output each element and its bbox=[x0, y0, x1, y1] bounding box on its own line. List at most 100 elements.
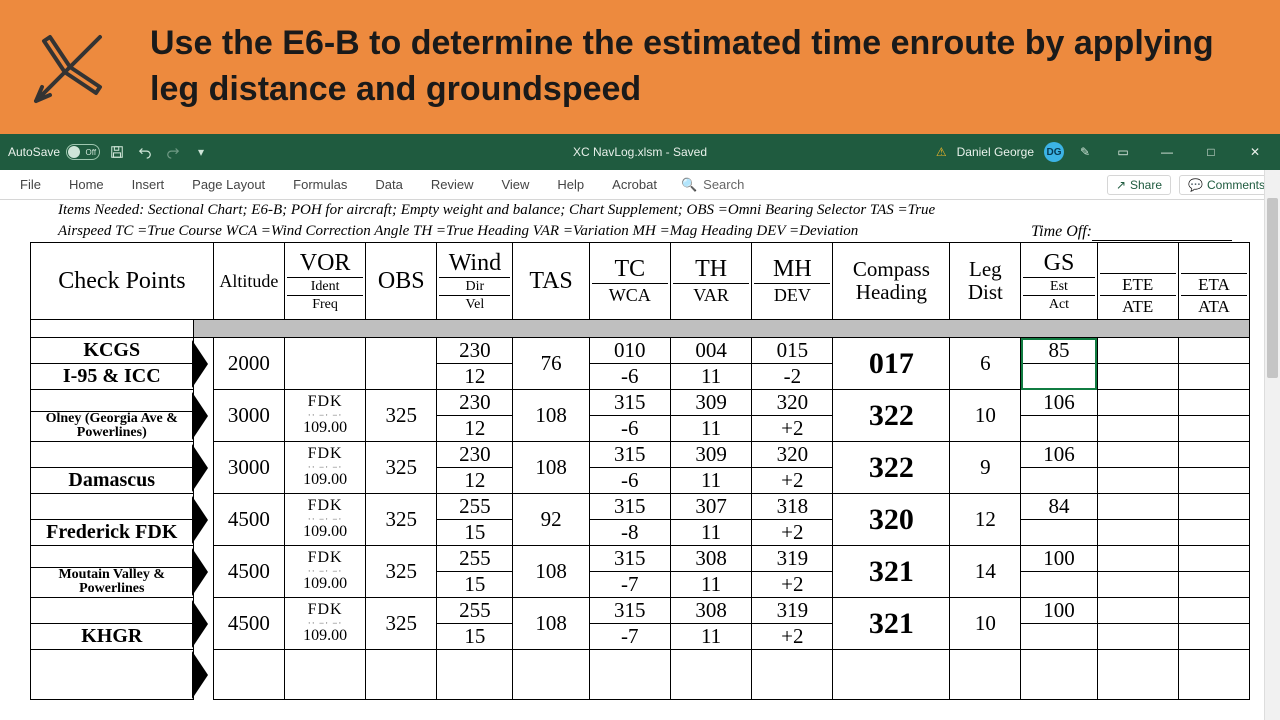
qat-customize-icon[interactable]: ▾ bbox=[190, 141, 212, 163]
cell-tc-wca[interactable]: 315-7 bbox=[589, 546, 670, 598]
cell-compass-heading[interactable]: 320 bbox=[833, 494, 950, 546]
cell-tas[interactable]: 76 bbox=[513, 338, 589, 390]
cell-th-var[interactable]: 00411 bbox=[670, 338, 751, 390]
cell-tas[interactable]: 108 bbox=[513, 546, 589, 598]
cell-tas[interactable]: 108 bbox=[513, 442, 589, 494]
cell-ete[interactable] bbox=[1097, 442, 1178, 494]
cell-ete[interactable] bbox=[1097, 338, 1178, 390]
tab-insert[interactable]: Insert bbox=[118, 170, 179, 199]
tab-help[interactable]: Help bbox=[543, 170, 598, 199]
checkpoint-pair[interactable]: KHGR bbox=[31, 598, 194, 650]
cell-tc-wca[interactable]: 315-7 bbox=[589, 598, 670, 650]
cell-tas[interactable]: 108 bbox=[513, 598, 589, 650]
cell-compass-heading[interactable]: 017 bbox=[833, 338, 950, 390]
maximize-icon[interactable]: □ bbox=[1194, 138, 1228, 166]
checkpoint-pair[interactable] bbox=[31, 650, 194, 700]
cell-tc-wca[interactable]: 315-6 bbox=[589, 390, 670, 442]
cell-wind[interactable]: 23012 bbox=[437, 442, 513, 494]
cell-mh-dev[interactable]: 319+2 bbox=[752, 598, 833, 650]
cell-eta[interactable] bbox=[1178, 442, 1249, 494]
cell-wind[interactable]: 25515 bbox=[437, 494, 513, 546]
cell-compass-heading[interactable]: 322 bbox=[833, 442, 950, 494]
cell-compass-heading[interactable]: 322 bbox=[833, 390, 950, 442]
cell-leg-dist[interactable]: 6 bbox=[950, 338, 1021, 390]
cell-obs[interactable]: 325 bbox=[366, 494, 437, 546]
cell-gs[interactable]: 100 bbox=[1021, 598, 1097, 650]
cell-wind[interactable]: 23012 bbox=[437, 338, 513, 390]
cell-altitude[interactable]: 2000 bbox=[213, 338, 284, 390]
cell-wind[interactable]: 23012 bbox=[437, 390, 513, 442]
tab-acrobat[interactable]: Acrobat bbox=[598, 170, 671, 199]
cell-obs[interactable]: 325 bbox=[366, 546, 437, 598]
ribbon-display-icon[interactable]: ▭ bbox=[1106, 138, 1140, 166]
cell-vor[interactable] bbox=[284, 338, 365, 390]
cell-eta[interactable] bbox=[1178, 494, 1249, 546]
checkpoint-pair[interactable]: Damascus bbox=[31, 442, 194, 494]
cell-gs[interactable]: 106 bbox=[1021, 442, 1097, 494]
cell-ete[interactable] bbox=[1097, 598, 1178, 650]
checkpoint-pair[interactable]: KCGS I-95 & ICC bbox=[31, 338, 194, 390]
cell-leg-dist[interactable]: 14 bbox=[950, 546, 1021, 598]
draw-icon[interactable]: ✎ bbox=[1074, 141, 1096, 163]
cell-eta[interactable] bbox=[1178, 546, 1249, 598]
comments-button[interactable]: 💬Comments bbox=[1179, 175, 1274, 195]
cell-ete[interactable] bbox=[1097, 390, 1178, 442]
cell-eta[interactable] bbox=[1178, 338, 1249, 390]
cell-wind[interactable]: 25515 bbox=[437, 546, 513, 598]
cell-obs[interactable]: 325 bbox=[366, 598, 437, 650]
user-avatar[interactable]: DG bbox=[1044, 142, 1064, 162]
cell-compass-heading[interactable]: 321 bbox=[833, 598, 950, 650]
cell-th-var[interactable]: 30911 bbox=[670, 442, 751, 494]
cell-vor[interactable]: FDK·· −· −·109.00 bbox=[284, 598, 365, 650]
tab-review[interactable]: Review bbox=[417, 170, 488, 199]
cell-gs[interactable]: 100 bbox=[1021, 546, 1097, 598]
checkpoint-pair[interactable]: Frederick FDK bbox=[31, 494, 194, 546]
cell-vor[interactable]: FDK·· −· −·109.00 bbox=[284, 442, 365, 494]
cell-altitude[interactable]: 4500 bbox=[213, 546, 284, 598]
cell-leg-dist[interactable]: 10 bbox=[950, 390, 1021, 442]
cell-obs[interactable]: 325 bbox=[366, 442, 437, 494]
cell-th-var[interactable]: 30811 bbox=[670, 598, 751, 650]
tab-page-layout[interactable]: Page Layout bbox=[178, 170, 279, 199]
checkpoint-pair[interactable]: Olney (Georgia Ave & Powerlines) bbox=[31, 390, 194, 442]
cell-tas[interactable]: 108 bbox=[513, 390, 589, 442]
checkpoint-pair[interactable]: Moutain Valley & Powerlines bbox=[31, 546, 194, 598]
cell-tas[interactable]: 92 bbox=[513, 494, 589, 546]
tab-home[interactable]: Home bbox=[55, 170, 118, 199]
cell-obs[interactable] bbox=[366, 338, 437, 390]
cell-compass-heading[interactable]: 321 bbox=[833, 546, 950, 598]
tab-data[interactable]: Data bbox=[361, 170, 416, 199]
share-button[interactable]: ↗Share bbox=[1107, 175, 1171, 195]
tab-view[interactable]: View bbox=[487, 170, 543, 199]
cell-eta[interactable] bbox=[1178, 390, 1249, 442]
cell-mh-dev[interactable]: 320+2 bbox=[752, 442, 833, 494]
vertical-scrollbar[interactable] bbox=[1264, 170, 1280, 720]
cell-ete[interactable] bbox=[1097, 494, 1178, 546]
cell-tc-wca[interactable]: 010-6 bbox=[589, 338, 670, 390]
cell-th-var[interactable]: 30711 bbox=[670, 494, 751, 546]
cell-tc-wca[interactable]: 315-8 bbox=[589, 494, 670, 546]
cell-leg-dist[interactable]: 10 bbox=[950, 598, 1021, 650]
user-name[interactable]: Daniel George bbox=[957, 145, 1034, 159]
cell-th-var[interactable]: 30811 bbox=[670, 546, 751, 598]
redo-icon[interactable] bbox=[162, 141, 184, 163]
cell-mh-dev[interactable]: 319+2 bbox=[752, 546, 833, 598]
cell-mh-dev[interactable]: 318+2 bbox=[752, 494, 833, 546]
save-icon[interactable] bbox=[106, 141, 128, 163]
minimize-icon[interactable]: — bbox=[1150, 138, 1184, 166]
cell-wind[interactable]: 25515 bbox=[437, 598, 513, 650]
tab-formulas[interactable]: Formulas bbox=[279, 170, 361, 199]
tell-me-search[interactable]: 🔍 Search bbox=[671, 177, 744, 193]
cell-eta[interactable] bbox=[1178, 598, 1249, 650]
autosave-toggle[interactable]: AutoSave Off bbox=[8, 144, 100, 160]
cell-obs[interactable]: 325 bbox=[366, 390, 437, 442]
undo-icon[interactable] bbox=[134, 141, 156, 163]
cell-th-var[interactable]: 30911 bbox=[670, 390, 751, 442]
cell-altitude[interactable]: 3000 bbox=[213, 442, 284, 494]
cell-mh-dev[interactable]: 015-2 bbox=[752, 338, 833, 390]
cell-mh-dev[interactable]: 320+2 bbox=[752, 390, 833, 442]
cell-ete[interactable] bbox=[1097, 546, 1178, 598]
cell-vor[interactable]: FDK·· −· −·109.00 bbox=[284, 546, 365, 598]
worksheet-area[interactable]: Items Needed: Sectional Chart; E6-B; POH… bbox=[0, 200, 1280, 700]
cell-gs[interactable]: 106 bbox=[1021, 390, 1097, 442]
